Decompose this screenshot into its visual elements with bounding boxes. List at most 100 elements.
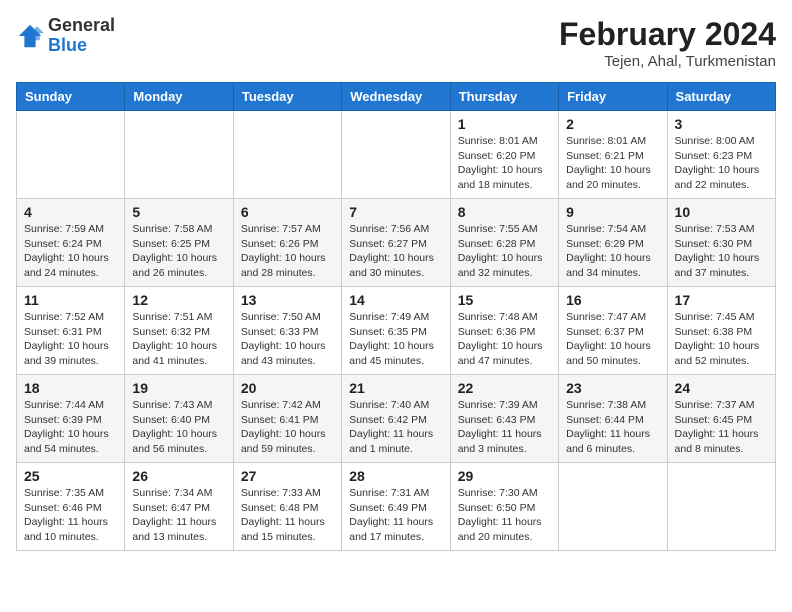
calendar-header-row: SundayMondayTuesdayWednesdayThursdayFrid… bbox=[17, 83, 776, 111]
day-info: Sunrise: 7:57 AMSunset: 6:26 PMDaylight:… bbox=[241, 222, 334, 281]
calendar-cell: 6 Sunrise: 7:57 AMSunset: 6:26 PMDaylight… bbox=[233, 199, 341, 287]
calendar-cell: 4 Sunrise: 7:59 AMSunset: 6:24 PMDaylight… bbox=[17, 199, 125, 287]
day-info: Sunrise: 7:40 AMSunset: 6:42 PMDaylight:… bbox=[349, 398, 442, 457]
day-number: 20 bbox=[241, 380, 334, 396]
column-header-thursday: Thursday bbox=[450, 83, 558, 111]
calendar-cell bbox=[667, 463, 775, 551]
day-number: 15 bbox=[458, 292, 551, 308]
column-header-wednesday: Wednesday bbox=[342, 83, 450, 111]
day-info: Sunrise: 8:00 AMSunset: 6:23 PMDaylight:… bbox=[675, 134, 768, 193]
title-block: February 2024 Tejen, Ahal, Turkmenistan bbox=[559, 16, 776, 70]
calendar-week-row: 18 Sunrise: 7:44 AMSunset: 6:39 PMDayligh… bbox=[17, 375, 776, 463]
day-number: 6 bbox=[241, 204, 334, 220]
day-number: 19 bbox=[132, 380, 225, 396]
day-info: Sunrise: 8:01 AMSunset: 6:21 PMDaylight:… bbox=[566, 134, 659, 193]
calendar-cell bbox=[342, 111, 450, 199]
day-info: Sunrise: 7:53 AMSunset: 6:30 PMDaylight:… bbox=[675, 222, 768, 281]
calendar-cell: 5 Sunrise: 7:58 AMSunset: 6:25 PMDaylight… bbox=[125, 199, 233, 287]
calendar-cell: 2Sunrise: 8:01 AMSunset: 6:21 PMDaylight… bbox=[559, 111, 667, 199]
day-number: 5 bbox=[132, 204, 225, 220]
day-info: Sunrise: 7:48 AMSunset: 6:36 PMDaylight:… bbox=[458, 310, 551, 369]
logo-general-text: General bbox=[48, 15, 115, 35]
calendar-cell: 7Sunrise: 7:56 AMSunset: 6:27 PMDaylight… bbox=[342, 199, 450, 287]
day-info: Sunrise: 7:52 AMSunset: 6:31 PMDaylight:… bbox=[24, 310, 117, 369]
day-info: Sunrise: 7:33 AMSunset: 6:48 PMDaylight:… bbox=[241, 486, 334, 545]
logo: General Blue bbox=[16, 16, 115, 56]
day-info: Sunrise: 7:42 AMSunset: 6:41 PMDaylight:… bbox=[241, 398, 334, 457]
location: Tejen, Ahal, Turkmenistan bbox=[559, 53, 776, 70]
calendar-cell: 22Sunrise: 7:39 AMSunset: 6:43 PMDayligh… bbox=[450, 375, 558, 463]
calendar-cell: 16 Sunrise: 7:47 AMSunset: 6:37 PMDayligh… bbox=[559, 287, 667, 375]
day-info: Sunrise: 7:49 AMSunset: 6:35 PMDaylight:… bbox=[349, 310, 442, 369]
day-info: Sunrise: 7:47 AMSunset: 6:37 PMDaylight:… bbox=[566, 310, 659, 369]
calendar-cell: 26Sunrise: 7:34 AMSunset: 6:47 PMDayligh… bbox=[125, 463, 233, 551]
calendar-cell: 13 Sunrise: 7:50 AMSunset: 6:33 PMDayligh… bbox=[233, 287, 341, 375]
day-number: 28 bbox=[349, 468, 442, 484]
day-info: Sunrise: 7:50 AMSunset: 6:33 PMDaylight:… bbox=[241, 310, 334, 369]
column-header-tuesday: Tuesday bbox=[233, 83, 341, 111]
day-number: 24 bbox=[675, 380, 768, 396]
day-number: 21 bbox=[349, 380, 442, 396]
day-info: Sunrise: 7:38 AMSunset: 6:44 PMDaylight:… bbox=[566, 398, 659, 457]
calendar-week-row: 1 Sunrise: 8:01 AMSunset: 6:20 PMDaylight… bbox=[17, 111, 776, 199]
day-number: 17 bbox=[675, 292, 768, 308]
day-info: Sunrise: 7:45 AMSunset: 6:38 PMDaylight:… bbox=[675, 310, 768, 369]
calendar-cell: 8 Sunrise: 7:55 AMSunset: 6:28 PMDaylight… bbox=[450, 199, 558, 287]
day-info: Sunrise: 7:58 AMSunset: 6:25 PMDaylight:… bbox=[132, 222, 225, 281]
day-info: Sunrise: 7:30 AMSunset: 6:50 PMDaylight:… bbox=[458, 486, 551, 545]
calendar-cell: 10Sunrise: 7:53 AMSunset: 6:30 PMDayligh… bbox=[667, 199, 775, 287]
day-number: 22 bbox=[458, 380, 551, 396]
day-number: 27 bbox=[241, 468, 334, 484]
calendar-table: SundayMondayTuesdayWednesdayThursdayFrid… bbox=[16, 82, 776, 551]
calendar-cell: 9Sunrise: 7:54 AMSunset: 6:29 PMDaylight… bbox=[559, 199, 667, 287]
calendar-cell: 25 Sunrise: 7:35 AMSunset: 6:46 PMDayligh… bbox=[17, 463, 125, 551]
calendar-cell bbox=[17, 111, 125, 199]
calendar-week-row: 4 Sunrise: 7:59 AMSunset: 6:24 PMDaylight… bbox=[17, 199, 776, 287]
day-number: 12 bbox=[132, 292, 225, 308]
month-title: February 2024 bbox=[559, 16, 776, 53]
day-number: 18 bbox=[24, 380, 117, 396]
logo-blue-text: Blue bbox=[48, 35, 87, 55]
column-header-monday: Monday bbox=[125, 83, 233, 111]
calendar-cell: 14 Sunrise: 7:49 AMSunset: 6:35 PMDayligh… bbox=[342, 287, 450, 375]
calendar-cell bbox=[233, 111, 341, 199]
day-info: Sunrise: 8:01 AMSunset: 6:20 PMDaylight:… bbox=[458, 134, 551, 193]
day-number: 3 bbox=[675, 116, 768, 132]
day-number: 9 bbox=[566, 204, 659, 220]
day-number: 13 bbox=[241, 292, 334, 308]
calendar-week-row: 11 Sunrise: 7:52 AMSunset: 6:31 PMDayligh… bbox=[17, 287, 776, 375]
day-info: Sunrise: 7:59 AMSunset: 6:24 PMDaylight:… bbox=[24, 222, 117, 281]
calendar-cell: 11 Sunrise: 7:52 AMSunset: 6:31 PMDayligh… bbox=[17, 287, 125, 375]
day-info: Sunrise: 7:44 AMSunset: 6:39 PMDaylight:… bbox=[24, 398, 117, 457]
calendar-cell: 12Sunrise: 7:51 AMSunset: 6:32 PMDayligh… bbox=[125, 287, 233, 375]
logo-icon bbox=[16, 22, 44, 50]
calendar-cell: 21 Sunrise: 7:40 AMSunset: 6:42 PMDayligh… bbox=[342, 375, 450, 463]
day-number: 1 bbox=[458, 116, 551, 132]
day-info: Sunrise: 7:55 AMSunset: 6:28 PMDaylight:… bbox=[458, 222, 551, 281]
day-info: Sunrise: 7:37 AMSunset: 6:45 PMDaylight:… bbox=[675, 398, 768, 457]
calendar-week-row: 25 Sunrise: 7:35 AMSunset: 6:46 PMDayligh… bbox=[17, 463, 776, 551]
day-info: Sunrise: 7:34 AMSunset: 6:47 PMDaylight:… bbox=[132, 486, 225, 545]
calendar-cell: 1 Sunrise: 8:01 AMSunset: 6:20 PMDaylight… bbox=[450, 111, 558, 199]
calendar-cell: 27 Sunrise: 7:33 AMSunset: 6:48 PMDayligh… bbox=[233, 463, 341, 551]
day-number: 7 bbox=[349, 204, 442, 220]
calendar-cell: 28 Sunrise: 7:31 AMSunset: 6:49 PMDayligh… bbox=[342, 463, 450, 551]
column-header-friday: Friday bbox=[559, 83, 667, 111]
day-number: 29 bbox=[458, 468, 551, 484]
calendar-cell bbox=[559, 463, 667, 551]
calendar-cell: 20 Sunrise: 7:42 AMSunset: 6:41 PMDayligh… bbox=[233, 375, 341, 463]
calendar-cell: 29 Sunrise: 7:30 AMSunset: 6:50 PMDayligh… bbox=[450, 463, 558, 551]
day-number: 14 bbox=[349, 292, 442, 308]
calendar-cell: 23Sunrise: 7:38 AMSunset: 6:44 PMDayligh… bbox=[559, 375, 667, 463]
day-number: 25 bbox=[24, 468, 117, 484]
day-number: 16 bbox=[566, 292, 659, 308]
day-info: Sunrise: 7:31 AMSunset: 6:49 PMDaylight:… bbox=[349, 486, 442, 545]
day-number: 11 bbox=[24, 292, 117, 308]
column-header-saturday: Saturday bbox=[667, 83, 775, 111]
day-number: 8 bbox=[458, 204, 551, 220]
calendar-cell: 19Sunrise: 7:43 AMSunset: 6:40 PMDayligh… bbox=[125, 375, 233, 463]
day-info: Sunrise: 7:35 AMSunset: 6:46 PMDaylight:… bbox=[24, 486, 117, 545]
page-header: General Blue February 2024 Tejen, Ahal, … bbox=[16, 16, 776, 70]
calendar-cell: 24 Sunrise: 7:37 AMSunset: 6:45 PMDayligh… bbox=[667, 375, 775, 463]
day-number: 4 bbox=[24, 204, 117, 220]
